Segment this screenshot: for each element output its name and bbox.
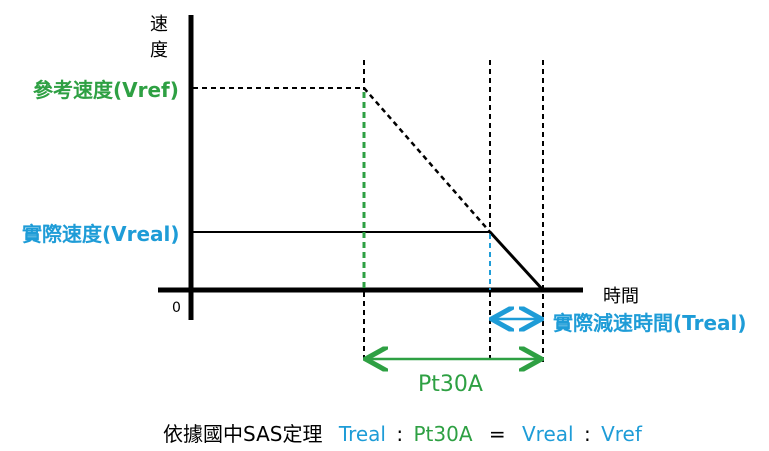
t-real-label: 實際減速時間(Treal): [553, 311, 747, 335]
formula-colon-2: :: [584, 422, 591, 446]
formula-prefix: 依據國中SAS定理: [163, 422, 322, 446]
v-ref-label: 參考速度(Vref): [33, 78, 179, 102]
pt30a-label: Pt30A: [418, 372, 483, 397]
y-axis-label-1: 速: [150, 14, 168, 35]
real-decel-line: [488, 230, 545, 292]
formula-v-real: Vreal: [522, 422, 574, 446]
formula-pt30a: Pt30A: [413, 422, 472, 446]
speed-time-diagram: 速 度 時間 0 參考速度(Vref) 實際速度(Vreal) 實際減速時間(T…: [22, 14, 747, 446]
formula-t-real: Treal: [338, 422, 386, 446]
formula-equals: =: [489, 422, 506, 446]
origin-label: 0: [172, 300, 181, 316]
v-real-label: 實際速度(Vreal): [22, 222, 180, 246]
y-axis-label-2: 度: [150, 40, 168, 61]
formula-v-ref: Vref: [601, 422, 643, 446]
ref-decel-dashed-line: [363, 87, 491, 233]
formula: 依據國中SAS定理 Treal : Pt30A = Vreal : Vref: [163, 422, 643, 446]
formula-colon-1: :: [396, 422, 403, 446]
x-axis-label: 時間: [603, 286, 639, 307]
